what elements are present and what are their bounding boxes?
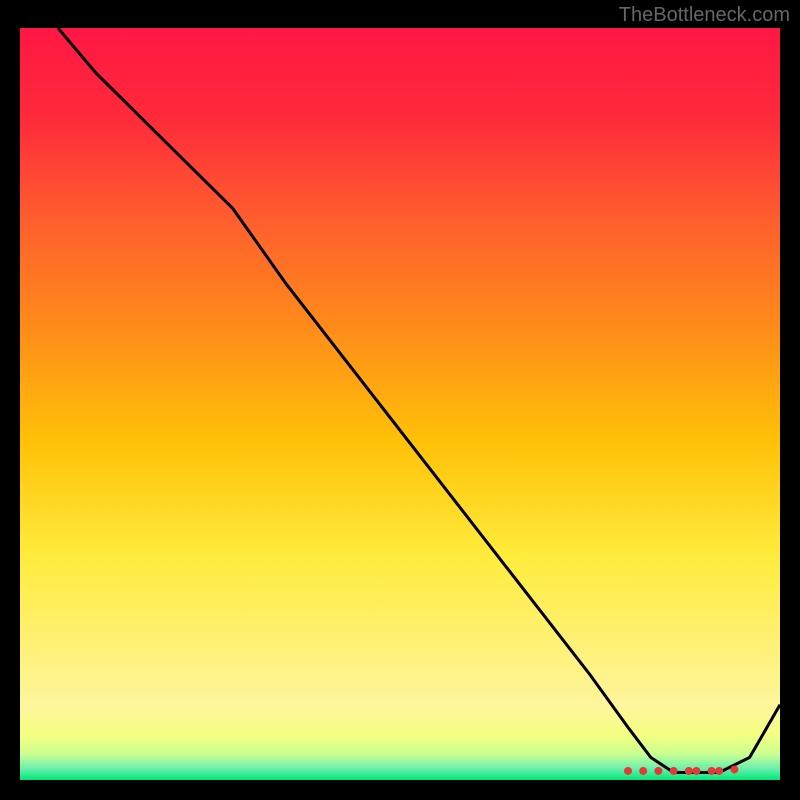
marker-dot <box>654 767 662 775</box>
marker-dot <box>685 767 693 775</box>
chart-overlay <box>20 28 780 780</box>
marker-dot <box>715 767 723 775</box>
marker-dot <box>708 767 716 775</box>
marker-dot <box>670 767 678 775</box>
marker-dot <box>639 767 647 775</box>
chart-plot-area <box>20 28 780 780</box>
attribution-text: TheBottleneck.com <box>619 4 790 27</box>
marker-dot <box>692 767 700 775</box>
bottleneck-curve <box>58 28 780 772</box>
marker-dot <box>624 767 632 775</box>
marker-dot <box>730 765 738 773</box>
